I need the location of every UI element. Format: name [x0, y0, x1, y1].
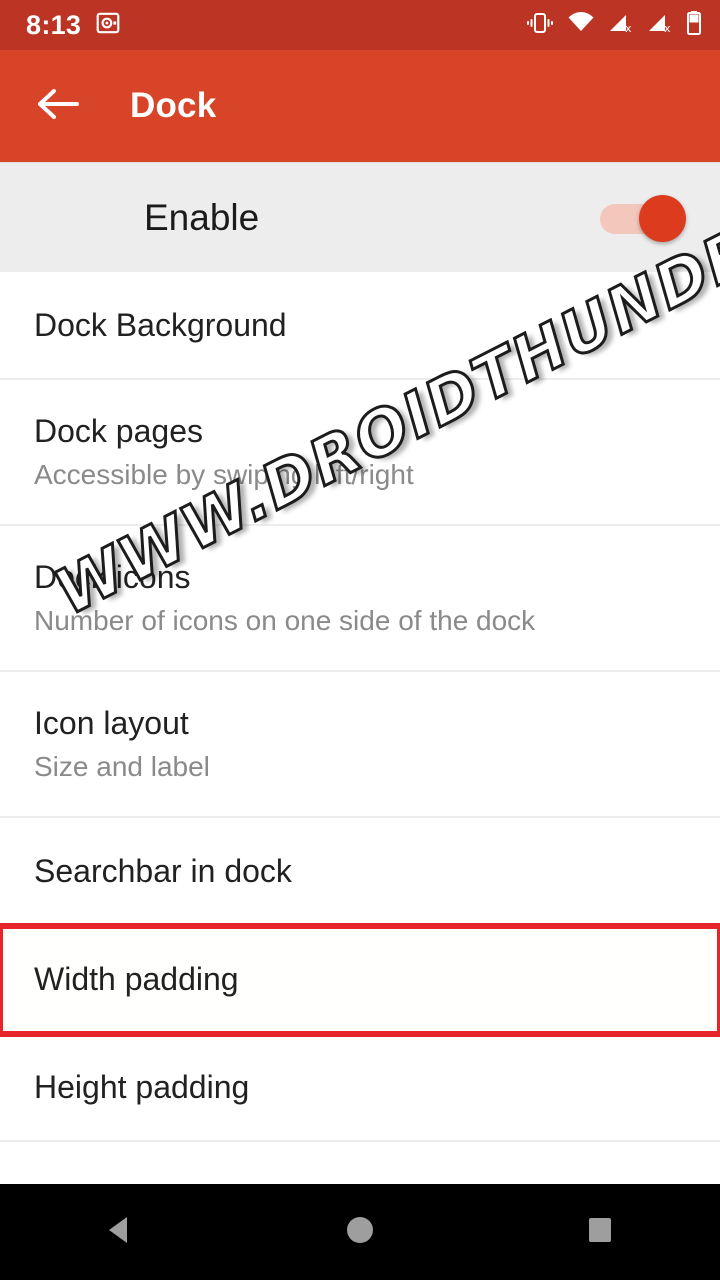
navigation-bar — [0, 1184, 720, 1280]
list-item-icon-layout[interactable]: Icon layout Size and label — [0, 672, 720, 818]
arrow-left-icon — [36, 87, 80, 126]
list-item-dock-icons[interactable]: Dock icons Number of icons on one side o… — [0, 526, 720, 672]
app-bar: Dock — [0, 50, 720, 162]
svg-text:x: x — [625, 22, 632, 35]
signal-no-sim-1-icon: x — [608, 11, 634, 40]
enable-label: Enable — [144, 196, 260, 238]
status-bar: 8:13 x x — [0, 0, 720, 50]
list-item-title: Dock pages — [34, 412, 203, 449]
status-bar-right: x x — [526, 10, 702, 41]
list-item-title: Height padding — [34, 1069, 250, 1105]
list-item-searchbar-in-dock[interactable]: Searchbar in dock — [0, 818, 720, 926]
safe-icon — [95, 10, 121, 41]
circle-icon — [342, 1212, 378, 1253]
square-icon — [582, 1212, 618, 1253]
home-nav-button[interactable] — [305, 1184, 415, 1280]
status-bar-left: 8:13 — [26, 10, 121, 41]
triangle-left-icon — [102, 1212, 138, 1253]
battery-icon — [686, 10, 702, 41]
list-item-title: Dock icons — [34, 558, 191, 595]
list-item-dock-pages[interactable]: Dock pages Accessible by swiping left/ri… — [0, 380, 720, 526]
vibrate-icon — [526, 11, 554, 40]
phone-screen: 8:13 x x Dock Enable Dock Background Doc… — [0, 0, 720, 1280]
enable-toggle-switch[interactable] — [600, 194, 686, 242]
list-item-title: Icon layout — [34, 704, 189, 741]
signal-no-sim-2-icon: x — [647, 11, 673, 40]
list-item-title: Dock Background — [34, 307, 287, 343]
back-button[interactable] — [30, 78, 86, 134]
wifi-icon — [567, 11, 595, 40]
list-item-subtitle: Size and label — [34, 750, 210, 782]
switch-thumb — [639, 194, 686, 242]
list-item-subtitle: Number of icons on one side of the dock — [34, 604, 536, 636]
back-nav-button[interactable] — [65, 1184, 175, 1280]
svg-text:x: x — [664, 22, 671, 35]
page-title: Dock — [130, 86, 217, 125]
list-item-partial[interactable] — [0, 1142, 720, 1182]
list-item-height-padding[interactable]: Height padding — [0, 1034, 720, 1142]
recents-nav-button[interactable] — [545, 1184, 655, 1280]
list-item-dock-background[interactable]: Dock Background — [0, 272, 720, 380]
status-time: 8:13 — [26, 9, 82, 40]
enable-row[interactable]: Enable — [0, 162, 720, 272]
settings-list: Dock Background Dock pages Accessible by… — [0, 272, 720, 1182]
list-item-title: Searchbar in dock — [34, 853, 292, 889]
list-item-title: Width padding — [34, 961, 239, 997]
list-item-subtitle: Accessible by swiping left/right — [34, 458, 414, 490]
list-item-width-padding[interactable]: Width padding — [0, 923, 720, 1037]
